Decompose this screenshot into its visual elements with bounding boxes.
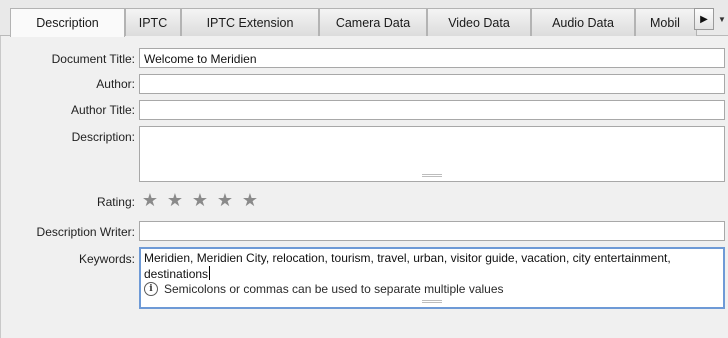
- star-icon[interactable]: ★: [166, 191, 184, 209]
- document-title-label: Document Title:: [51, 52, 135, 66]
- tab-audio-data[interactable]: Audio Data: [531, 8, 635, 36]
- author-title-field[interactable]: [139, 100, 725, 120]
- document-title-field[interactable]: Welcome to Meridien: [139, 48, 725, 68]
- tab-iptc-extension[interactable]: IPTC Extension: [181, 8, 319, 36]
- description-panel: Document Title: Welcome to Meridien Auth…: [0, 36, 728, 338]
- resize-grip[interactable]: [422, 174, 442, 177]
- keywords-hint: i Semicolons or commas can be used to se…: [144, 282, 504, 296]
- star-icon[interactable]: ★: [216, 191, 234, 209]
- hint-text: Semicolons or commas can be used to sepa…: [164, 282, 504, 296]
- rating-label: Rating:: [96, 195, 135, 209]
- resize-grip[interactable]: [422, 300, 442, 303]
- tab-iptc[interactable]: IPTC: [125, 8, 181, 36]
- tab-menu-button[interactable]: ▼: [716, 8, 728, 30]
- keywords-label: Keywords:: [78, 252, 135, 266]
- description-label: Description:: [71, 130, 135, 144]
- tab-camera-data[interactable]: Camera Data: [319, 8, 427, 36]
- star-icon[interactable]: ★: [141, 191, 159, 209]
- keywords-field[interactable]: Meridien, Meridien City, relocation, tou…: [139, 247, 725, 309]
- keywords-text: Meridien, Meridien City, relocation, tou…: [144, 251, 671, 281]
- tab-description[interactable]: Description: [10, 8, 125, 37]
- author-label: Author:: [96, 77, 135, 91]
- description-writer-field[interactable]: [139, 221, 725, 241]
- tab-overflow-button[interactable]: ▶: [694, 8, 714, 30]
- play-right-icon: ▶: [700, 13, 708, 25]
- rating-stars[interactable]: ★ ★ ★ ★ ★: [141, 191, 259, 209]
- description-field[interactable]: [139, 126, 725, 182]
- info-icon: i: [144, 282, 158, 296]
- star-icon[interactable]: ★: [191, 191, 209, 209]
- author-field[interactable]: [139, 74, 725, 94]
- tab-video-data[interactable]: Video Data: [427, 8, 531, 36]
- description-writer-label: Description Writer:: [36, 225, 135, 239]
- tab-mobile[interactable]: Mobil: [635, 8, 697, 36]
- author-title-label: Author Title:: [70, 103, 135, 117]
- text-caret: [209, 266, 211, 280]
- star-icon[interactable]: ★: [241, 191, 259, 209]
- tab-bar: Description IPTC IPTC Extension Camera D…: [0, 0, 728, 37]
- triangle-down-icon: ▼: [718, 14, 726, 24]
